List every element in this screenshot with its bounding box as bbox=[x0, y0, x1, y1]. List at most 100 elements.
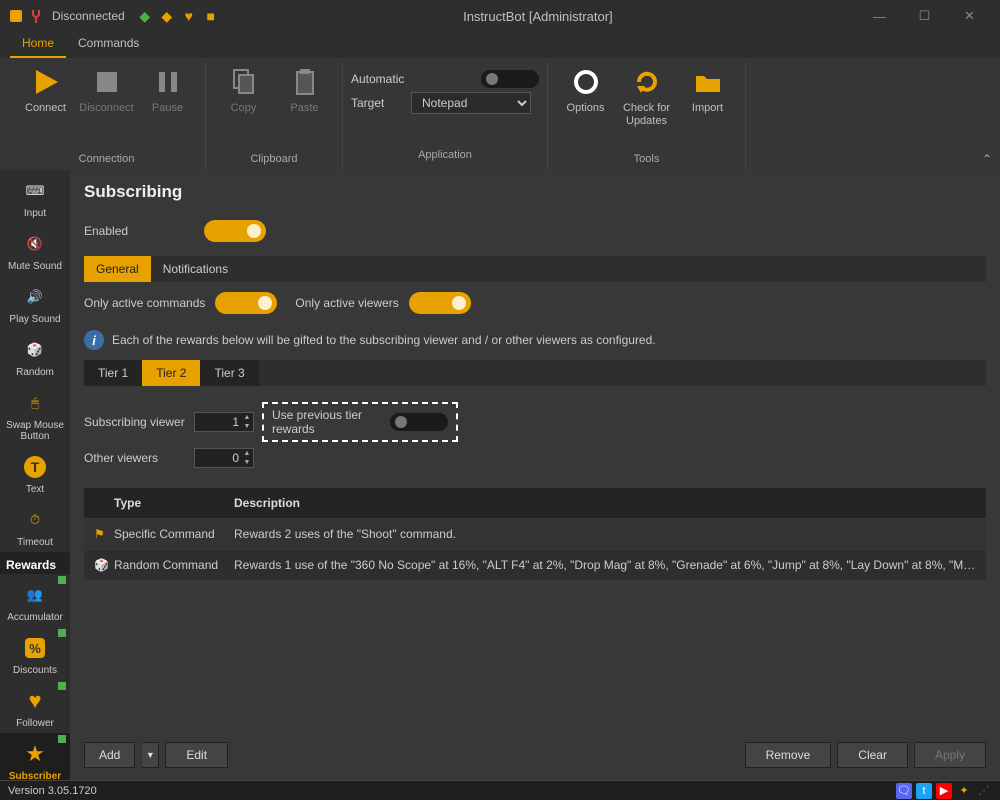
status-badge bbox=[58, 576, 66, 584]
tier-tabs: Tier 1 Tier 2 Tier 3 bbox=[84, 360, 986, 386]
disconnect-label: Disconnect bbox=[79, 102, 133, 115]
subscribing-viewer-label: Subscribing viewer bbox=[84, 415, 194, 429]
check-updates-button[interactable]: Check for Updates bbox=[619, 62, 674, 128]
tab-general[interactable]: General bbox=[84, 256, 151, 282]
info-text: Each of the rewards below will be gifted… bbox=[112, 333, 656, 347]
sidebar-item-discounts[interactable]: %Discounts bbox=[0, 627, 70, 680]
stopwatch-icon: ⏱ bbox=[20, 505, 50, 535]
connect-button[interactable]: Connect bbox=[18, 62, 73, 115]
mouse-icon: 🖱 bbox=[20, 388, 50, 418]
pause-button[interactable]: Pause bbox=[140, 62, 195, 115]
enabled-toggle[interactable] bbox=[204, 220, 266, 242]
options-label: Options bbox=[567, 102, 605, 115]
sidebar-item-text[interactable]: TText bbox=[0, 446, 70, 499]
random-command-icon: 🎲 bbox=[94, 558, 109, 572]
sidebar-item-input[interactable]: ⌨Input bbox=[0, 170, 70, 223]
spinner-down[interactable]: ▼ bbox=[241, 422, 253, 431]
other-viewers-spinner[interactable]: 0 ▲▼ bbox=[194, 448, 254, 468]
edit-button[interactable]: Edit bbox=[165, 742, 228, 768]
tab-tier1[interactable]: Tier 1 bbox=[84, 360, 142, 386]
mute-icon: 🔇 bbox=[20, 229, 50, 259]
close-button[interactable]: ✕ bbox=[947, 0, 992, 32]
paste-icon bbox=[289, 66, 321, 98]
twitter-icon[interactable]: t bbox=[916, 783, 932, 799]
use-previous-tier-toggle[interactable] bbox=[390, 413, 448, 431]
apply-button[interactable]: Apply bbox=[914, 742, 986, 768]
info-row: i Each of the rewards below will be gift… bbox=[84, 330, 986, 350]
add-button-dropdown[interactable]: ▼ bbox=[141, 742, 159, 768]
spinner-up[interactable]: ▲ bbox=[241, 449, 253, 458]
clear-button[interactable]: Clear bbox=[837, 742, 908, 768]
import-button[interactable]: Import bbox=[680, 62, 735, 115]
sidebar-item-mute-sound[interactable]: 🔇Mute Sound bbox=[0, 223, 70, 276]
service-icon-2[interactable]: ◆ bbox=[159, 8, 175, 24]
pause-icon bbox=[152, 66, 184, 98]
misc-icon[interactable]: ✦ bbox=[956, 783, 972, 799]
accumulator-icon: 👥 bbox=[20, 580, 50, 610]
copy-label: Copy bbox=[231, 102, 257, 115]
use-previous-tier-label: Use previous tier rewards bbox=[272, 408, 382, 436]
ribbon-collapse-button[interactable]: ⌃ bbox=[982, 152, 992, 166]
col-description[interactable]: Description bbox=[234, 496, 976, 510]
youtube-icon[interactable]: ▶ bbox=[936, 783, 952, 799]
bottom-buttons: Add ▼ Edit Remove Clear Apply bbox=[84, 732, 986, 768]
spinner-up[interactable]: ▲ bbox=[241, 413, 253, 422]
table-row[interactable]: ⚑ Specific Command Rewards 2 uses of the… bbox=[84, 518, 986, 549]
sidebar-item-subscriber[interactable]: ★Subscriber bbox=[0, 733, 70, 780]
minimize-button[interactable]: — bbox=[857, 0, 902, 32]
maximize-button[interactable]: ☐ bbox=[902, 0, 947, 32]
status-badge bbox=[58, 735, 66, 743]
tab-notifications[interactable]: Notifications bbox=[151, 256, 240, 282]
menu-home[interactable]: Home bbox=[10, 32, 66, 58]
paste-button[interactable]: Paste bbox=[277, 62, 332, 115]
sidebar-item-random[interactable]: 🎲Random bbox=[0, 329, 70, 382]
service-icon-3[interactable]: ♥ bbox=[181, 8, 197, 24]
status-badge bbox=[58, 682, 66, 690]
tab-tier3[interactable]: Tier 3 bbox=[200, 360, 258, 386]
other-viewers-label: Other viewers bbox=[84, 451, 194, 465]
col-type[interactable]: Type bbox=[114, 496, 234, 510]
discount-icon: % bbox=[20, 633, 50, 663]
options-button[interactable]: Options bbox=[558, 62, 613, 115]
specific-command-icon: ⚑ bbox=[94, 527, 105, 541]
automatic-toggle[interactable] bbox=[481, 70, 539, 88]
service-icon-4[interactable]: ■ bbox=[203, 8, 219, 24]
group-application-label: Application bbox=[418, 146, 472, 166]
add-button[interactable]: Add bbox=[84, 742, 135, 768]
stream-services-icons: ◆ ◆ ♥ ■ bbox=[137, 8, 219, 24]
group-clipboard-label: Clipboard bbox=[250, 150, 297, 170]
sidebar-item-play-sound[interactable]: 🔊Play Sound bbox=[0, 276, 70, 329]
subscribing-viewer-spinner[interactable]: 1 ▲▼ bbox=[194, 412, 254, 432]
pause-label: Pause bbox=[152, 102, 183, 115]
spinner-down[interactable]: ▼ bbox=[241, 458, 253, 467]
speaker-icon: 🔊 bbox=[20, 282, 50, 312]
group-connection-label: Connection bbox=[79, 150, 135, 170]
menu-commands[interactable]: Commands bbox=[66, 32, 151, 58]
page-title: Subscribing bbox=[84, 182, 986, 202]
sidebar: ⌨Input 🔇Mute Sound 🔊Play Sound 🎲Random 🖱… bbox=[0, 170, 70, 780]
table-row[interactable]: 🎲 Random Command Rewards 1 use of the "3… bbox=[84, 549, 986, 580]
disconnect-button[interactable]: Disconnect bbox=[79, 62, 134, 115]
sidebar-item-accumulator[interactable]: 👥Accumulator bbox=[0, 574, 70, 627]
copy-button[interactable]: Copy bbox=[216, 62, 271, 115]
play-icon bbox=[30, 66, 62, 98]
sidebar-item-timeout[interactable]: ⏱Timeout bbox=[0, 499, 70, 552]
content-pane: Subscribing Enabled General Notification… bbox=[70, 170, 1000, 780]
app-icon bbox=[8, 8, 24, 24]
discord-icon[interactable]: 🗨 bbox=[896, 783, 912, 799]
only-active-commands-toggle[interactable] bbox=[215, 292, 277, 314]
only-active-viewers-label: Only active viewers bbox=[295, 296, 398, 310]
remove-button[interactable]: Remove bbox=[745, 742, 832, 768]
gear-icon bbox=[570, 66, 602, 98]
stop-icon bbox=[91, 66, 123, 98]
only-active-viewers-toggle[interactable] bbox=[409, 292, 471, 314]
text-icon: T bbox=[20, 452, 50, 482]
target-select[interactable]: Notepad bbox=[411, 92, 531, 114]
sidebar-item-swap-mouse[interactable]: 🖱Swap Mouse Button bbox=[0, 382, 70, 446]
service-icon-1[interactable]: ◆ bbox=[137, 8, 153, 24]
rewards-table: Type Description ⚑ Specific Command Rewa… bbox=[84, 488, 986, 580]
resize-grip[interactable]: ⋰ bbox=[976, 783, 992, 799]
tab-tier2[interactable]: Tier 2 bbox=[142, 360, 200, 386]
sidebar-item-follower[interactable]: ♥Follower bbox=[0, 680, 70, 733]
heart-icon: ♥ bbox=[20, 686, 50, 716]
